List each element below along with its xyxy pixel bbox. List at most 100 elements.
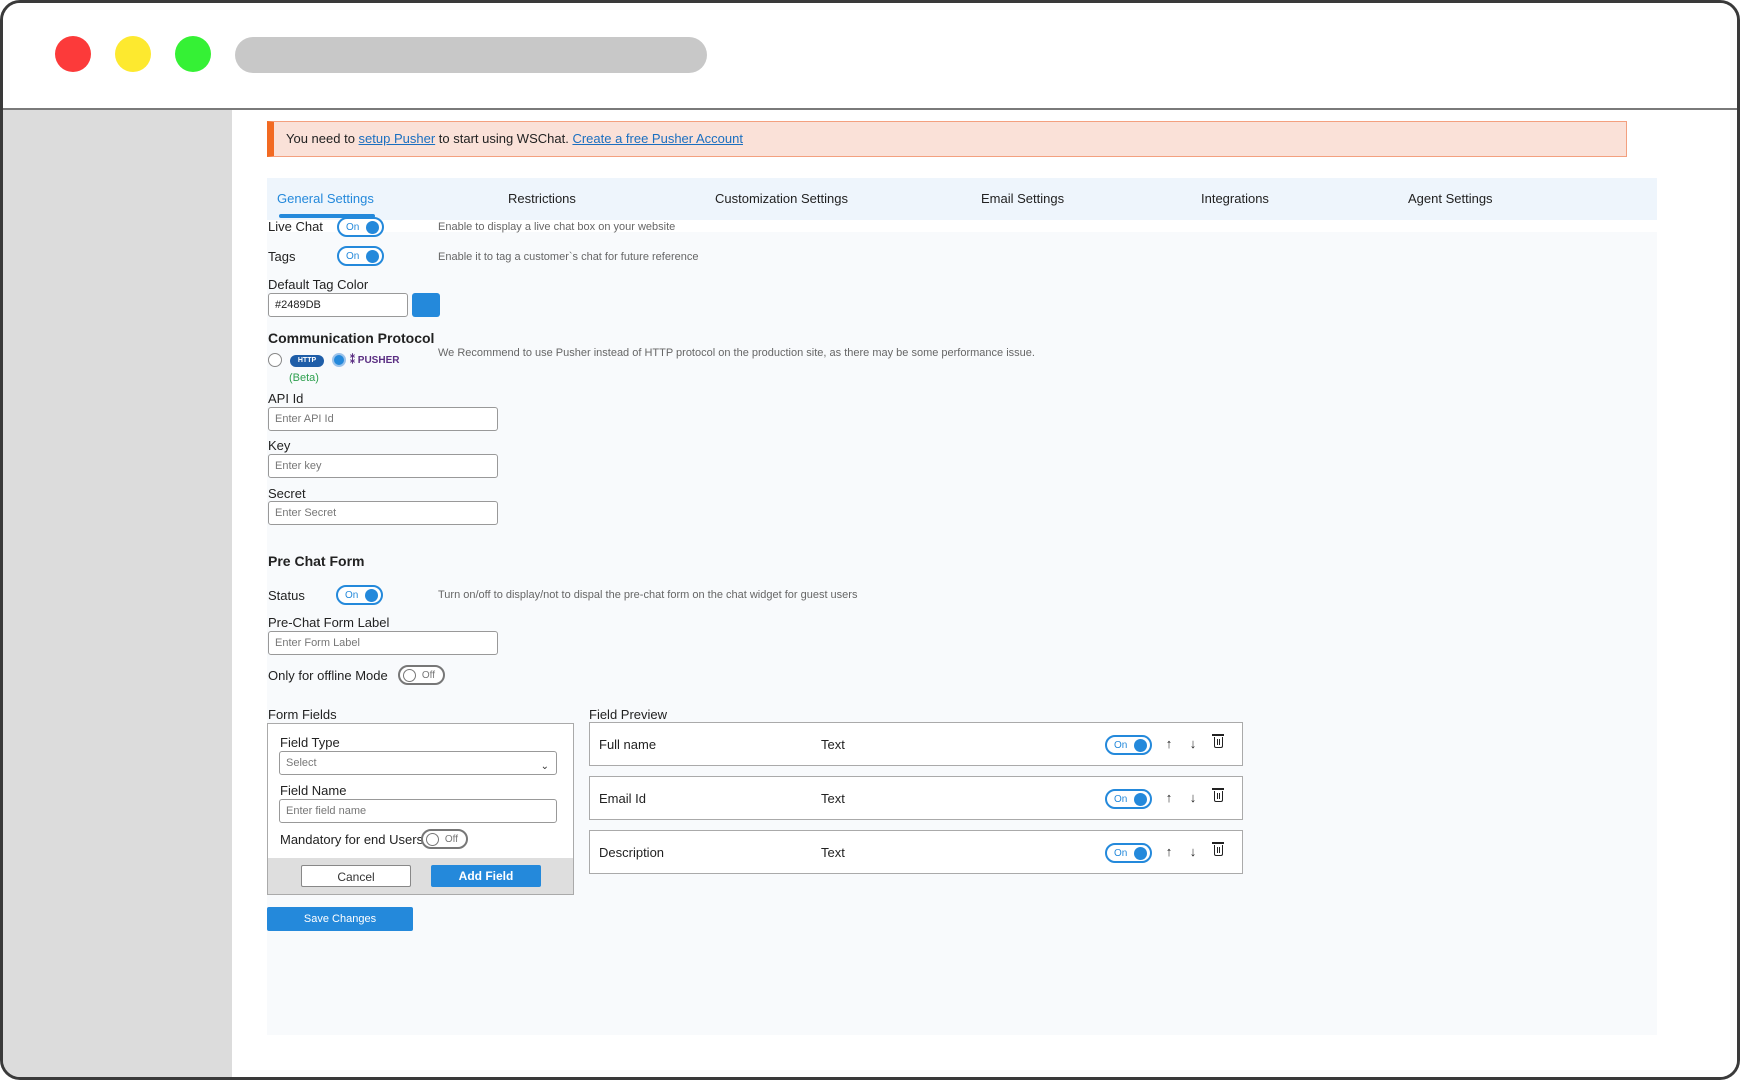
toggle-knob — [366, 221, 379, 234]
field-name-label: Field Name — [280, 783, 347, 798]
toggle-knob — [1134, 739, 1147, 752]
toggle-state: On — [345, 590, 359, 601]
field-preview-title: Field Preview — [589, 707, 668, 722]
tab-integrations[interactable]: Integrations — [1201, 178, 1269, 220]
pusher-radio[interactable] — [332, 353, 346, 367]
tab-email-settings[interactable]: Email Settings — [981, 178, 1064, 220]
tab-customization-settings[interactable]: Customization Settings — [715, 178, 848, 220]
toggle-knob — [1134, 793, 1147, 806]
setup-pusher-link[interactable]: setup Pusher — [359, 131, 436, 146]
toggle-state: On — [1114, 848, 1128, 859]
minimize-window-button[interactable] — [115, 36, 151, 72]
http-logo: HTTP — [290, 355, 324, 367]
settings-tabs: General Settings Restrictions Customizat… — [267, 178, 1657, 220]
offline-mode-label: Only for offline Mode — [268, 668, 388, 683]
preview-field-type: Text — [821, 845, 845, 860]
preview-field-name: Description — [599, 845, 665, 860]
pre-chat-form-label-input[interactable]: Enter Form Label — [268, 631, 498, 655]
form-fields-box: Field Type Select ⌄ Field Name Enter fie… — [267, 723, 574, 895]
arrow-up-icon[interactable]: ↑ — [1161, 735, 1177, 753]
toggle-state: On — [1114, 740, 1128, 751]
notice-prefix: You need to — [286, 131, 359, 146]
toggle-state: On — [346, 222, 360, 233]
tag-color-swatch[interactable] — [412, 293, 440, 317]
arrow-up-icon[interactable]: ↑ — [1161, 789, 1177, 807]
live-chat-toggle[interactable]: On — [337, 217, 384, 237]
trash-icon[interactable] — [1212, 788, 1224, 802]
api-id-label: API Id — [268, 391, 304, 406]
preview-field-name: Email Id — [599, 791, 646, 806]
browser-window: You need to setup Pusher to start using … — [0, 0, 1740, 1080]
field-type-label: Field Type — [280, 735, 340, 750]
key-input[interactable]: Enter key — [268, 454, 498, 478]
status-hint: Turn on/off to display/not to dispal the… — [438, 589, 858, 601]
live-chat-hint: Enable to display a live chat box on you… — [438, 221, 676, 233]
trash-icon[interactable] — [1212, 734, 1224, 748]
address-bar[interactable] — [235, 37, 707, 73]
pusher-logo: ⁑ PUSHER — [350, 355, 399, 366]
notice-middle: to start using WSChat. — [435, 131, 573, 146]
pre-chat-form-label-label: Pre-Chat Form Label — [268, 615, 390, 630]
form-fields-title: Form Fields — [268, 707, 337, 722]
toggle-knob — [1134, 847, 1147, 860]
arrow-down-icon[interactable]: ↓ — [1185, 843, 1201, 861]
live-chat-label: Live Chat — [268, 219, 323, 234]
main-content: You need to setup Pusher to start using … — [232, 110, 1737, 1077]
preview-row: Email Id Text On ↑ ↓ — [589, 776, 1243, 820]
field-type-select[interactable]: Select ⌄ — [279, 751, 557, 775]
secret-label: Secret — [268, 486, 306, 501]
title-bar — [3, 3, 1737, 110]
mandatory-toggle[interactable]: Off — [421, 829, 468, 849]
preview-row: Description Text On ↑ ↓ — [589, 830, 1243, 874]
protocol-hint: We Recommend to use Pusher instead of HT… — [438, 347, 1035, 359]
sidebar — [3, 110, 232, 1077]
preview-field-toggle[interactable]: On — [1105, 735, 1152, 755]
tags-toggle[interactable]: On — [337, 246, 384, 266]
toggle-knob — [366, 250, 379, 263]
offline-mode-toggle[interactable]: Off — [398, 665, 445, 685]
key-label: Key — [268, 438, 291, 453]
add-field-button[interactable]: Add Field — [431, 865, 541, 887]
status-label: Status — [268, 588, 305, 603]
toggle-knob — [426, 833, 439, 846]
secret-input[interactable]: Enter Secret — [268, 501, 498, 525]
toggle-state: Off — [444, 834, 458, 845]
close-window-button[interactable] — [55, 36, 91, 72]
chevron-down-icon: ⌄ — [540, 761, 549, 772]
api-id-input[interactable]: Enter API Id — [268, 407, 498, 431]
field-name-input[interactable]: Enter field name — [279, 799, 557, 823]
pusher-icon: ⁑ — [350, 355, 355, 366]
communication-protocol-title: Communication Protocol — [268, 330, 435, 346]
preview-field-type: Text — [821, 791, 845, 806]
toggle-knob — [365, 589, 378, 602]
field-type-value: Select — [286, 757, 317, 769]
preview-field-toggle[interactable]: On — [1105, 843, 1152, 863]
tags-hint: Enable it to tag a customer`s chat for f… — [438, 251, 699, 263]
preview-field-name: Full name — [599, 737, 657, 752]
form-fields-footer: Cancel Add Field — [268, 858, 573, 894]
arrow-down-icon[interactable]: ↓ — [1185, 735, 1201, 753]
http-radio[interactable] — [268, 353, 282, 367]
arrow-down-icon[interactable]: ↓ — [1185, 789, 1201, 807]
pusher-logo-text: PUSHER — [357, 355, 400, 366]
maximize-window-button[interactable] — [175, 36, 211, 72]
tab-restrictions[interactable]: Restrictions — [508, 178, 576, 220]
pre-chat-status-toggle[interactable]: On — [336, 585, 383, 605]
toggle-state: On — [346, 251, 360, 262]
cancel-button[interactable]: Cancel — [301, 865, 411, 887]
tag-color-input[interactable]: #2489DB — [268, 293, 408, 317]
save-changes-button[interactable]: Save Changes — [267, 907, 413, 931]
tab-agent-settings[interactable]: Agent Settings — [1408, 178, 1493, 220]
tags-label: Tags — [268, 249, 296, 264]
create-pusher-account-link[interactable]: Create a free Pusher Account — [572, 131, 743, 146]
mandatory-label: Mandatory for end Users — [280, 832, 424, 847]
preview-field-type: Text — [821, 737, 845, 752]
preview-field-toggle[interactable]: On — [1105, 789, 1152, 809]
arrow-up-icon[interactable]: ↑ — [1161, 843, 1177, 861]
toggle-state: On — [1114, 794, 1128, 805]
trash-icon[interactable] — [1212, 842, 1224, 856]
preview-row: Full name Text On ↑ ↓ — [589, 722, 1243, 766]
pusher-setup-notice: You need to setup Pusher to start using … — [267, 121, 1627, 157]
default-tag-color-label: Default Tag Color — [268, 277, 369, 292]
beta-label: (Beta) — [289, 372, 319, 384]
